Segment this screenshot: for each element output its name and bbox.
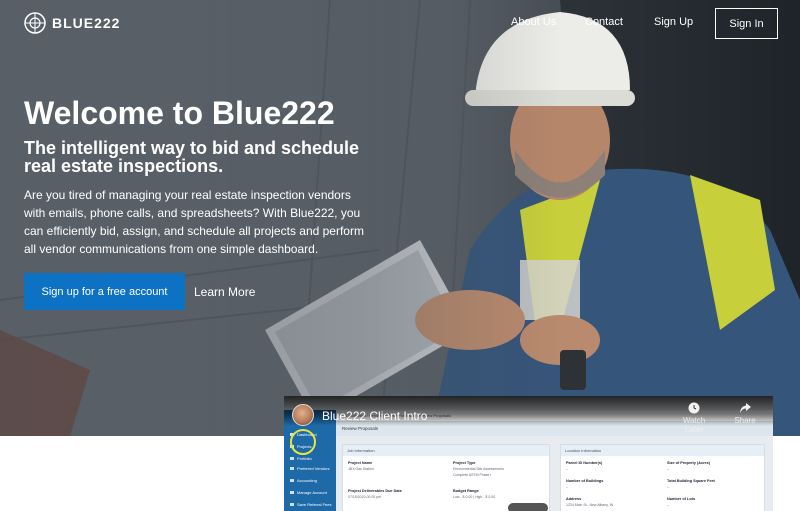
job-field-value: 07/15/2020 00:00 pm [348, 495, 382, 499]
video-title[interactable]: Blue222 Client Intro [322, 409, 427, 423]
share-label: Share [734, 416, 756, 425]
learn-more-link[interactable]: Learn More [194, 285, 255, 299]
hero-subtitle: The intelligent way to bid and schedule … [24, 138, 360, 176]
location-field-value: -- [566, 485, 569, 489]
video-sidebar-item: Save Referral Fees [290, 502, 331, 507]
nav-link-about-us[interactable]: About Us [511, 16, 556, 28]
clock-icon [688, 402, 700, 414]
video-location-panel-title: Location Information [561, 445, 764, 456]
job-field-value: Jill's Gas Station [348, 467, 374, 471]
video-sidebar-item: Manage Account [290, 490, 327, 495]
brand-logo[interactable]: BLUE222 [24, 12, 120, 34]
nav-link-sign-up[interactable]: Sign Up [654, 16, 693, 28]
hero-title: Welcome to Blue222 [24, 95, 335, 131]
share-arrow-icon [739, 403, 751, 413]
job-field-value: Low - $ 0.00 | High - $ 0.00 [453, 495, 496, 499]
top-nav: BLUE222 About Us Contact Sign Up Sign In [0, 0, 800, 46]
video-location-panel: Location Information Parcel ID Number(s)… [560, 444, 765, 511]
job-field-label: Project Name [348, 461, 373, 465]
location-field-label: Total Building Square Feet [667, 479, 715, 483]
location-field-value: -- [667, 503, 670, 507]
watch-later-button[interactable]: Watch Later [676, 402, 712, 434]
location-field-label: Parcel ID Number(s) [566, 461, 603, 465]
video-sidebar-item: Accounting [290, 478, 317, 483]
location-field-label: Size of Property (Acres) [667, 461, 711, 465]
location-field-label: Number of Lots [667, 497, 696, 501]
location-field-label: Number of Buildings [566, 479, 604, 483]
intro-video-player[interactable]: Dashboard Projects Portfolio Preferred V… [284, 396, 773, 511]
sign-in-button[interactable]: Sign In [715, 8, 778, 39]
location-field-value: -- [566, 467, 569, 471]
nav-link-contact[interactable]: Contact [585, 16, 623, 28]
share-button[interactable]: Share [730, 402, 760, 425]
video-sidebar-item: Preferred Vendors [290, 466, 329, 471]
location-field-value: -- [667, 485, 670, 489]
signup-free-account-button[interactable]: Sign up for a free account [24, 273, 185, 310]
job-field-value: Complete ASTM Phase I [453, 473, 492, 477]
globe-icon [24, 12, 46, 34]
job-field-value: Environmental Site Assessments [453, 467, 504, 471]
location-field-value: 1234 Main St., New Albany, IN [566, 503, 614, 507]
job-field-label: Project Deliverables Due Date [348, 489, 402, 493]
location-field-value: -- [667, 467, 670, 471]
brand-name: BLUE222 [52, 15, 121, 31]
video-job-panel: Job Information Project Name Jill's Gas … [342, 444, 550, 511]
channel-avatar[interactable] [292, 404, 314, 426]
video-job-panel-title: Job Information [343, 445, 549, 456]
job-field-label: Budget Range [453, 489, 479, 493]
video-sidebar-item: Portfolio [290, 456, 312, 461]
video-app-page-title: Review Proposals [342, 426, 379, 431]
cursor-highlight-icon [290, 429, 316, 455]
location-field-label: Address [566, 497, 582, 501]
job-field-label: Project Type [453, 461, 476, 465]
video-progress-pill [508, 503, 548, 511]
watch-later-label: Watch Later [682, 416, 706, 434]
hero-description: Are you tired of managing your real esta… [24, 188, 364, 256]
